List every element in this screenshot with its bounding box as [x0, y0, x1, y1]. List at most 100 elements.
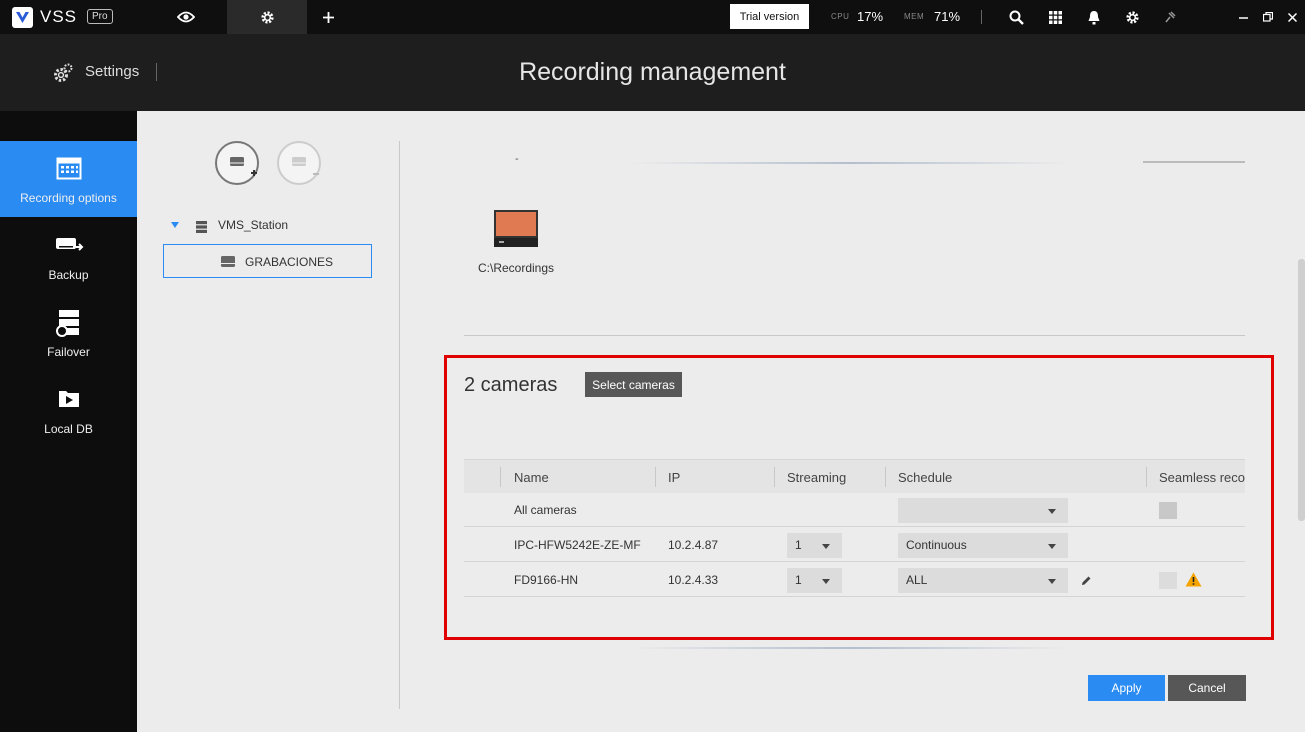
chevron-down-icon [1048, 544, 1056, 549]
sidebar-item-backup[interactable]: Backup [0, 218, 137, 294]
cancel-button[interactable]: Cancel [1168, 675, 1246, 701]
warning-icon [1185, 572, 1202, 587]
column-divider [500, 467, 501, 487]
table-row-all-cameras: All cameras [464, 493, 1245, 527]
schedule-select-all[interactable] [898, 498, 1068, 523]
remove-storage-button[interactable] [277, 141, 321, 185]
storage-drive-icon [221, 256, 235, 267]
gear-icon [260, 10, 274, 24]
vertical-scrollbar[interactable] [1298, 259, 1305, 521]
camera-name: All cameras [514, 503, 577, 517]
streaming-select-value: 1 [795, 538, 802, 552]
camera-ip: 10.2.4.87 [668, 538, 719, 552]
schedule-select-value: ALL [906, 573, 928, 587]
eye-icon [177, 11, 195, 23]
sidebar-item-label: Backup [48, 268, 89, 282]
tree-expand-arrow-icon[interactable] [171, 222, 179, 228]
streaming-select[interactable]: 1 [787, 568, 842, 593]
section-divider [464, 335, 1245, 336]
chevron-down-icon [822, 579, 830, 584]
local-storage-icon[interactable] [493, 209, 539, 254]
search-icon[interactable] [1007, 8, 1025, 26]
storage-tree-panel: VMS_Station GRABACIONES [137, 111, 400, 732]
schedule-select[interactable]: ALL [898, 568, 1068, 593]
gear-icon[interactable] [1123, 8, 1141, 26]
edit-pencil-icon[interactable] [1081, 575, 1092, 586]
streaming-select-value: 1 [795, 573, 802, 587]
chevron-down-icon [1048, 579, 1056, 584]
local-db-icon [56, 386, 82, 412]
vss-logo-icon [12, 7, 33, 28]
chevron-down-icon [822, 544, 830, 549]
column-seamless-recording[interactable]: Seamless reco [1159, 470, 1245, 485]
chevron-down-icon [1048, 509, 1056, 514]
plus-icon [322, 11, 334, 23]
column-divider [774, 467, 775, 487]
restore-icon[interactable] [1259, 8, 1277, 26]
calendar-icon [56, 155, 82, 181]
sidebar-item-failover[interactable]: Failover [0, 295, 137, 371]
tab-liveview[interactable] [146, 0, 226, 34]
scroll-fade-bottom [630, 647, 1070, 649]
table-row: FD9166-HN 10.2.4.33 1 ALL [464, 563, 1245, 597]
topbar-divider [981, 10, 982, 24]
tab-add[interactable] [288, 0, 368, 34]
streaming-select[interactable]: 1 [787, 533, 842, 558]
page-header: Settings Recording management [0, 34, 1305, 111]
sidebar-item-recording-options[interactable]: Recording options [0, 141, 137, 217]
sidebar-item-label: Local DB [44, 422, 93, 436]
mem-value: 71% [934, 9, 961, 24]
storage-dash: - [515, 153, 519, 165]
storage-settings-panel: - C:\Recordings 2 cameras Select cameras… [400, 111, 1305, 732]
camera-name: IPC-HFW5242E-ZE-MF [514, 538, 641, 552]
column-divider [885, 467, 886, 487]
camera-count-label: 2 cameras [464, 374, 558, 396]
apply-button[interactable]: Apply [1088, 675, 1165, 701]
page-title: Recording management [519, 58, 786, 86]
trial-version-button[interactable]: Trial version [730, 4, 809, 29]
remove-storage-icon [292, 157, 319, 175]
camera-table: Name IP Streaming Schedule Seamless reco… [464, 459, 1245, 599]
sidebar-item-label: Recording options [20, 191, 117, 205]
select-cameras-button[interactable]: Select cameras [585, 372, 682, 397]
minimize-icon[interactable] [1234, 8, 1252, 26]
camera-name: FD9166-HN [514, 573, 579, 587]
input-underline [1143, 161, 1245, 163]
camera-ip: 10.2.4.33 [668, 573, 719, 587]
pin-icon[interactable] [1161, 8, 1179, 26]
column-divider [655, 467, 656, 487]
column-streaming[interactable]: Streaming [787, 470, 846, 485]
tree-node-label: GRABACIONES [245, 255, 334, 269]
seamless-checkbox[interactable] [1159, 572, 1177, 589]
tree-station-label[interactable]: VMS_Station [218, 218, 288, 232]
add-storage-button[interactable] [215, 141, 259, 185]
schedule-select-value: Continuous [906, 538, 967, 552]
schedule-select[interactable]: Continuous [898, 533, 1068, 558]
sidebar-item-local-db[interactable]: Local DB [0, 372, 137, 448]
bell-icon[interactable] [1085, 8, 1103, 26]
backup-icon [56, 232, 84, 258]
top-bar: VSS Pro Trial version CPU 17% MEM 71% [0, 0, 1305, 34]
close-icon[interactable] [1283, 8, 1301, 26]
cpu-label: CPU [831, 12, 850, 21]
table-header: Name IP Streaming Schedule Seamless reco [464, 459, 1245, 493]
failover-icon [56, 309, 82, 337]
content-area: VMS_Station GRABACIONES - C:\Recordings … [137, 111, 1305, 732]
sidebar-item-label: Failover [47, 345, 90, 359]
column-divider [1146, 467, 1147, 487]
cpu-value: 17% [857, 9, 884, 24]
table-row: IPC-HFW5242E-ZE-MF 10.2.4.87 1 Continuou… [464, 528, 1245, 562]
server-icon [196, 221, 207, 233]
pro-badge: Pro [87, 9, 113, 24]
add-storage-icon [230, 157, 257, 176]
tree-node-storage[interactable]: GRABACIONES [163, 244, 372, 278]
column-ip[interactable]: IP [668, 470, 680, 485]
scroll-fade-top [630, 162, 1070, 164]
storage-path-label: C:\Recordings [478, 261, 555, 275]
mem-label: MEM [904, 12, 925, 21]
seamless-checkbox-all[interactable] [1159, 502, 1177, 519]
sidebar: Recording options Backup Failover Local … [0, 111, 137, 732]
grid-icon[interactable] [1046, 8, 1064, 26]
column-name[interactable]: Name [514, 470, 549, 485]
column-schedule[interactable]: Schedule [898, 470, 952, 485]
